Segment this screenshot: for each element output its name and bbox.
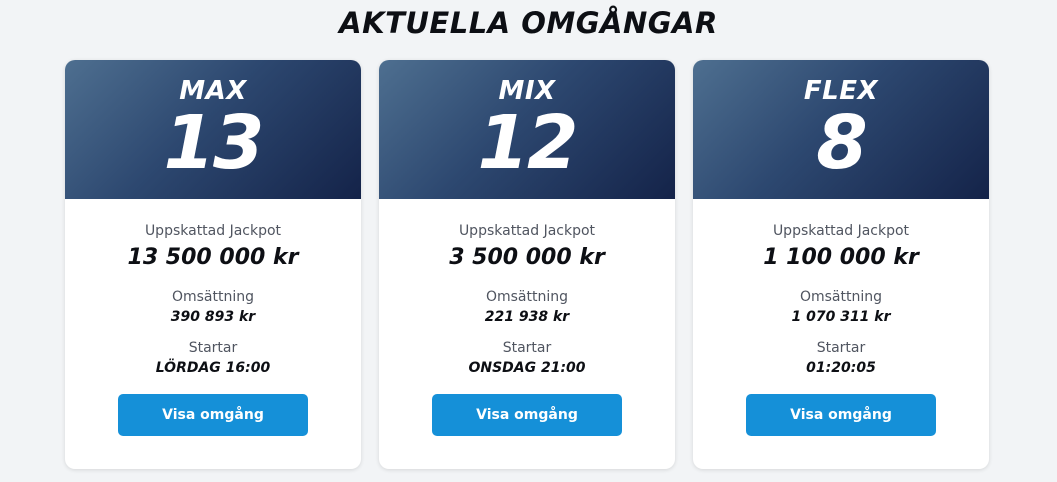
- game-number: 12: [477, 100, 579, 186]
- jackpot-label: Uppskattad Jackpot: [458, 223, 596, 239]
- jackpot-value: 1 100 000 kr: [763, 245, 919, 270]
- card-body: Uppskattad Jackpot 3 500 000 kr Omsättni…: [379, 222, 675, 436]
- round-card-flex: FLEX 8 Uppskattad Jackpot 1 100 000 kr O…: [693, 60, 989, 469]
- jackpot-label: Uppskattad Jackpot: [772, 223, 910, 239]
- start-value: 01:20:05: [806, 360, 876, 376]
- jackpot-value: 13 500 000 kr: [127, 245, 299, 270]
- turnover-value: 390 893 kr: [170, 309, 256, 325]
- turnover-value: 221 938 kr: [484, 309, 570, 325]
- card-header: FLEX 8: [693, 60, 989, 199]
- card-header: MAX 13: [65, 60, 361, 199]
- turnover-value: 1 070 311 kr: [791, 309, 891, 325]
- game-number: 8: [816, 100, 868, 186]
- card-body: Uppskattad Jackpot 1 100 000 kr Omsättni…: [693, 222, 989, 436]
- turnover-label: Omsättning: [171, 289, 255, 305]
- card-header: MIX 12: [379, 60, 675, 199]
- round-card-mix: MIX 12 Uppskattad Jackpot 3 500 000 kr O…: [379, 60, 675, 469]
- turnover-label: Omsättning: [799, 289, 883, 305]
- round-card-max: MAX 13 Uppskattad Jackpot 13 500 000 kr …: [65, 60, 361, 469]
- view-round-button[interactable]: Visa omgång: [118, 394, 308, 436]
- view-round-button[interactable]: Visa omgång: [432, 394, 622, 436]
- start-value: LÖRDAG 16:00: [155, 360, 271, 376]
- jackpot-label: Uppskattad Jackpot: [144, 223, 282, 239]
- start-label: Startar: [502, 340, 552, 356]
- start-label: Startar: [188, 340, 238, 356]
- game-number: 13: [163, 100, 265, 186]
- start-label: Startar: [816, 340, 866, 356]
- card-body: Uppskattad Jackpot 13 500 000 kr Omsättn…: [65, 222, 361, 436]
- turnover-label: Omsättning: [485, 289, 569, 305]
- view-round-button[interactable]: Visa omgång: [746, 394, 936, 436]
- start-value: ONSDAG 21:00: [468, 360, 586, 376]
- jackpot-value: 3 500 000 kr: [449, 245, 605, 270]
- page-title: AKTUELLA OMGÅNGAR: [339, 6, 718, 40]
